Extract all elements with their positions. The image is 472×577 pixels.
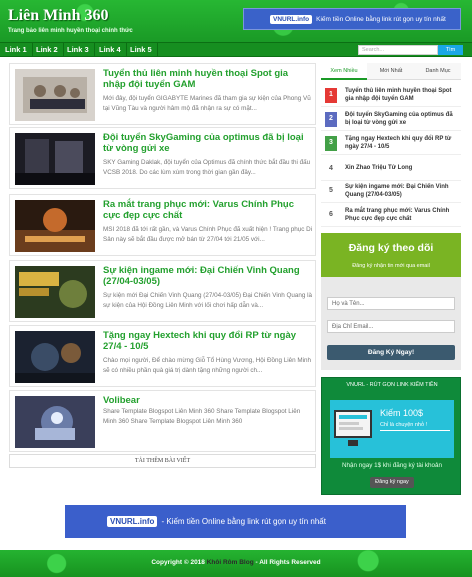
post-thumbnail[interactable] xyxy=(15,69,95,121)
vnurl-cta: Nhận ngay 1$ khi đăng ký tài khoản xyxy=(341,462,443,469)
site-title[interactable]: Liên Minh 360 xyxy=(8,7,108,25)
popular-title: Tặng ngay Hextech khi quy đổi RP từ ngày… xyxy=(345,136,452,150)
site-footer: Copyright © 2018 Khôi Rôm Blog - All Rig… xyxy=(0,550,472,577)
post-snippet: Sự kiện mới Đại Chiến Vinh Quang (27/04-… xyxy=(103,292,313,309)
nav-link-3[interactable]: Link 3 xyxy=(62,43,95,57)
copyright-prefix: Copyright © 2018 xyxy=(151,559,205,566)
rank-badge: 1 xyxy=(325,88,337,103)
bottom-ad-banner[interactable]: VNURL.info - Kiếm tiền Online bằng link … xyxy=(65,505,406,538)
load-more-button[interactable]: TẢI THÊM BÀI VIẾT xyxy=(9,454,316,468)
copyright-suffix: - All Rights Reserved xyxy=(253,559,321,566)
rank-badge: 5 xyxy=(329,187,333,194)
monitor-stand xyxy=(348,440,358,446)
site-description: Trang bảo liên minh huyền thoại chính th… xyxy=(8,28,133,34)
popular-title: Sự kiện ingame mới: Đại Chiến Vinh Quang… xyxy=(345,184,449,198)
sidebar-tabs: Xem Nhiều Mới Nhất Danh Mục xyxy=(321,63,461,80)
subscribe-button[interactable]: Đăng Ký Ngay! xyxy=(327,345,455,360)
post-title[interactable]: Volibear xyxy=(103,395,313,406)
list-item: Ra mắt trang phục mới: Varus Chính Phục … xyxy=(9,194,316,256)
popular-title: Ra mắt trang phục mới: Varus Chính Phục … xyxy=(345,208,450,222)
popular-item[interactable]: 2 Đội tuyển SkyGaming của optimus đã bị … xyxy=(321,109,461,131)
nav-link-5[interactable]: Link 5 xyxy=(125,43,158,57)
header-ad-banner[interactable]: VNURL.info Kiếm tiền Online bằng link rú… xyxy=(243,8,461,30)
vnurl-ad-widget[interactable]: VNURL - RÚT GỌN LINK KIẾM TIỀN Kiếm 100$… xyxy=(321,377,461,495)
search-button[interactable]: Tìm xyxy=(438,45,463,55)
list-item: Sự kiện ingame mới: Đại Chiến Vinh Quang… xyxy=(9,260,316,322)
tab-categories[interactable]: Danh Mục xyxy=(415,63,461,80)
tab-latest[interactable]: Mới Nhất xyxy=(368,63,414,80)
post-thumbnail[interactable] xyxy=(15,200,95,252)
banner-text: - Kiếm tiền Online bằng link rút gọn uy … xyxy=(161,517,326,526)
popular-item[interactable]: 1 Tuyển thủ liên minh huyền thoại Spot g… xyxy=(321,85,461,107)
vnurl-logo: VNURL.info xyxy=(270,14,313,24)
post-title[interactable]: Tuyển thủ liên minh huyền thoại Spot gia… xyxy=(103,68,313,90)
nav-link-1[interactable]: Link 1 xyxy=(0,43,33,57)
footer-brand-link[interactable]: Khôi Rôm Blog xyxy=(207,559,254,566)
post-thumbnail[interactable] xyxy=(15,133,95,185)
monitor-icon xyxy=(334,410,372,438)
list-item: Volibear Share Template Blogspot Liên Mi… xyxy=(9,390,316,452)
popular-item[interactable]: 4 Xin Zhao Triệu Tử Long xyxy=(321,159,461,181)
post-thumbnail[interactable] xyxy=(15,331,95,383)
popular-title: Đội tuyển SkyGaming của optimus đã bị lo… xyxy=(345,112,453,126)
vnurl-amount: Kiếm 100$ xyxy=(380,408,424,418)
list-item: Tuyển thủ liên minh huyền thoại Spot gia… xyxy=(9,63,316,125)
site-header: Liên Minh 360 Trang bảo liên minh huyền … xyxy=(0,0,472,42)
banner-text: Kiếm tiền Online bằng link rút gọn uy tí… xyxy=(316,15,446,23)
post-snippet: MSI 2018 đã tới rất gần, và Varus Chính … xyxy=(103,226,313,243)
rank-badge: 3 xyxy=(325,136,337,151)
post-thumbnail[interactable] xyxy=(15,266,95,318)
vnurl-heading: VNURL - RÚT GỌN LINK KIẾM TIỀN xyxy=(346,382,438,388)
post-thumbnail[interactable] xyxy=(15,396,95,448)
subscribe-description: Đăng ký nhận tin mới qua email xyxy=(352,263,430,269)
post-title[interactable]: Đội tuyển SkyGaming của optimus đã bị lo… xyxy=(103,132,313,154)
tab-popular[interactable]: Xem Nhiều xyxy=(321,63,367,80)
search-input[interactable]: Search... xyxy=(358,45,438,55)
subscribe-widget: Đăng ký theo dõi Đăng ký nhận tin mới qu… xyxy=(321,233,461,370)
rank-badge: 4 xyxy=(329,165,333,172)
post-snippet: Mới đây, đội tuyển GIGABYTE Marines đã t… xyxy=(103,95,311,112)
popular-item[interactable]: 3 Tặng ngay Hextech khi quy đổi RP từ ng… xyxy=(321,133,461,155)
nav-link-2[interactable]: Link 2 xyxy=(31,43,64,57)
post-snippet: Chào mọi người, Để chào mừng Giỗ Tổ Hùng… xyxy=(103,357,312,374)
rank-badge: 6 xyxy=(329,211,333,218)
post-title[interactable]: Sự kiện ingame mới: Đại Chiến Vinh Quang… xyxy=(103,265,313,287)
post-snippet: SKY Gaming Daklak, đội tuyển của Optimus… xyxy=(103,159,311,176)
vnurl-logo: VNURL.info xyxy=(107,516,158,527)
popular-title: Xin Zhao Triệu Tử Long xyxy=(345,165,413,171)
popular-title: Tuyển thủ liên minh huyền thoại Spot gia… xyxy=(345,88,452,102)
email-field[interactable]: Địa Chỉ Email... xyxy=(327,320,455,333)
main-nav: Link 1 Link 2 Link 3 Link 4 Link 5 Searc… xyxy=(0,42,472,57)
copyright: Copyright © 2018 Khôi Rôm Blog - All Rig… xyxy=(0,559,472,566)
nav-link-4[interactable]: Link 4 xyxy=(94,43,127,57)
popular-item[interactable]: 5 Sự kiện ingame mới: Đại Chiến Vinh Qua… xyxy=(321,181,461,203)
rank-badge: 2 xyxy=(325,112,337,127)
vnurl-sub: Chỉ là chuyện nhỏ ! xyxy=(380,422,450,431)
subscribe-header: Đăng ký theo dõi Đăng ký nhận tin mới qu… xyxy=(321,233,461,277)
vnurl-card: Kiếm 100$ Chỉ là chuyện nhỏ ! xyxy=(330,400,454,458)
post-title[interactable]: Ra mắt trang phục mới: Varus Chính Phục … xyxy=(103,199,313,221)
list-item: Đội tuyển SkyGaming của optimus đã bị lo… xyxy=(9,127,316,189)
subscribe-title: Đăng ký theo dõi xyxy=(348,242,434,254)
popular-item[interactable]: 6 Ra mắt trang phục mới: Varus Chính Phụ… xyxy=(321,205,461,227)
post-snippet: Share Template Blogspot Liên Minh 360 Sh… xyxy=(103,408,301,425)
name-field[interactable]: Họ và Tên... xyxy=(327,297,455,310)
list-item: Tặng ngay Hextech khi quy đổi RP từ ngày… xyxy=(9,325,316,387)
post-title[interactable]: Tặng ngay Hextech khi quy đổi RP từ ngày… xyxy=(103,330,313,352)
vnurl-signup-button[interactable]: Đăng ký ngay xyxy=(370,477,414,488)
